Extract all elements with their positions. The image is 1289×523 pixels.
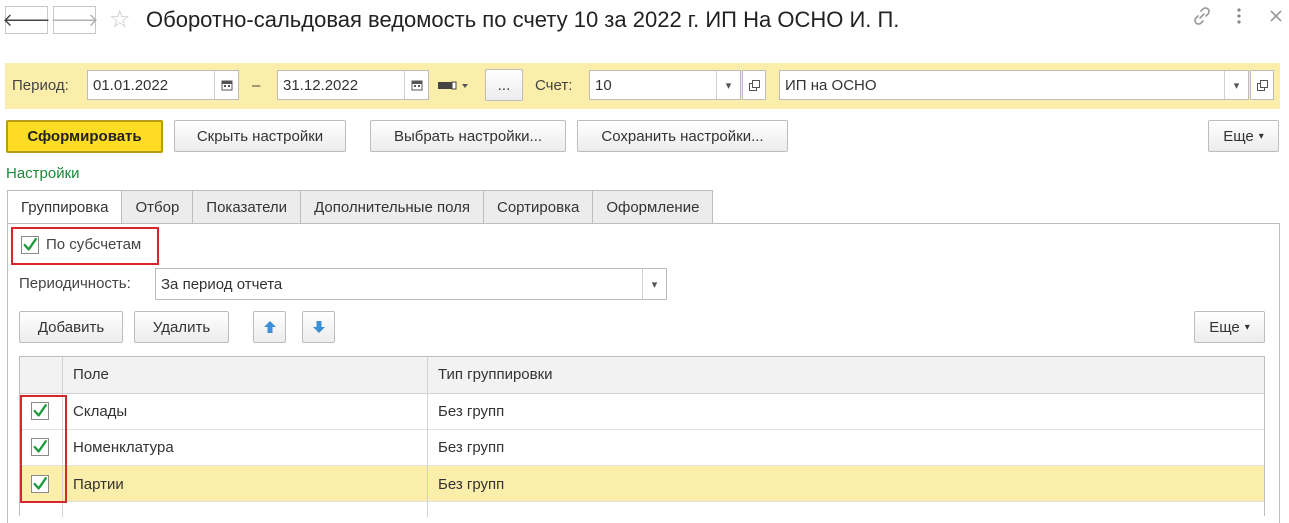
- delete-button[interactable]: Удалить: [134, 311, 229, 343]
- save-settings-button[interactable]: Сохранить настройки...: [577, 120, 788, 152]
- forward-button[interactable]: 🡒: [50, 6, 99, 34]
- hide-settings-button[interactable]: Скрыть настройки: [174, 120, 346, 152]
- period-preset-dropdown[interactable]: [437, 78, 473, 92]
- calendar-icon[interactable]: [404, 71, 428, 99]
- chevron-down-icon[interactable]: ▾: [716, 71, 740, 99]
- settings-link[interactable]: Настройки: [6, 164, 80, 184]
- chevron-down-icon: ▾: [1244, 321, 1250, 333]
- tab-extra-fields[interactable]: Дополнительные поля: [301, 190, 484, 224]
- row-type: Без групп: [438, 439, 505, 456]
- periodicity-label: Периодичность:: [19, 275, 131, 292]
- chevron-down-icon[interactable]: ▾: [642, 269, 666, 299]
- table-header: Поле Тип группировки: [20, 357, 1264, 394]
- add-button[interactable]: Добавить: [19, 311, 123, 343]
- tab-grouping[interactable]: Группировка: [7, 190, 123, 224]
- tab-sorting[interactable]: Сортировка: [483, 190, 594, 224]
- more-label: Еще: [1223, 127, 1254, 145]
- tab-filter[interactable]: Отбор: [122, 190, 194, 224]
- checkmark-icon: [23, 238, 37, 251]
- open-window-icon: [748, 79, 760, 91]
- more-button[interactable]: Еще ▾: [1208, 120, 1279, 152]
- row-type: Без групп: [438, 403, 505, 420]
- account-value: 10: [595, 76, 612, 94]
- arrow-down-icon: [312, 321, 325, 333]
- calendar-icon[interactable]: [214, 71, 238, 99]
- period-dash: –: [252, 77, 261, 94]
- row-field: Номенклатура: [73, 439, 174, 456]
- table-row[interactable]: Номенклатура Без групп: [20, 430, 1264, 466]
- account-label: Счет:: [535, 77, 573, 94]
- move-up-button[interactable]: [253, 311, 286, 343]
- organization-field[interactable]: ИП на ОСНО ▾: [779, 70, 1249, 100]
- by-subaccounts-checkbox[interactable]: [21, 236, 39, 254]
- column-header-field[interactable]: Поле: [73, 365, 109, 385]
- organization-open-button[interactable]: [1250, 70, 1274, 100]
- battery-period-icon: [438, 81, 468, 90]
- table-row[interactable]: Склады Без групп: [20, 394, 1264, 430]
- account-open-button[interactable]: [742, 70, 766, 100]
- column-header-type[interactable]: Тип группировки: [438, 365, 553, 385]
- star-icon[interactable]: ☆: [109, 6, 131, 34]
- back-button[interactable]: 🡐: [2, 6, 51, 34]
- arrow-right-icon: 🡒: [50, 9, 99, 30]
- date-to-field[interactable]: 31.12.2022: [277, 70, 429, 100]
- row-field: Склады: [73, 403, 128, 420]
- period-select-button[interactable]: ...: [485, 69, 523, 101]
- arrow-up-icon: [263, 321, 276, 333]
- link-icon[interactable]: [1192, 6, 1212, 34]
- close-icon[interactable]: [1268, 6, 1284, 34]
- tab-appearance[interactable]: Оформление: [593, 190, 714, 224]
- organization-value: ИП на ОСНО: [785, 76, 877, 94]
- date-from-value: 01.01.2022: [93, 76, 169, 94]
- table-row-selected[interactable]: Партии Без групп: [20, 466, 1264, 502]
- generate-button[interactable]: Сформировать: [6, 120, 163, 153]
- account-field[interactable]: 10 ▾: [589, 70, 741, 100]
- periodicity-select[interactable]: За период отчета ▾: [155, 268, 667, 300]
- move-down-button[interactable]: [302, 311, 335, 343]
- more-vertical-icon[interactable]: [1236, 6, 1242, 34]
- settings-tabs: Группировка Отбор Показатели Дополнитель…: [7, 190, 714, 224]
- page-title: Оборотно-сальдовая ведомость по счету 10…: [146, 7, 900, 32]
- column-divider: [427, 357, 428, 517]
- by-subaccounts-label: По субсчетам: [46, 236, 142, 253]
- highlight-frame: [20, 395, 67, 503]
- tab-indicators[interactable]: Показатели: [193, 190, 302, 224]
- chevron-down-icon[interactable]: ▾: [1224, 71, 1248, 99]
- period-label: Период:: [12, 77, 69, 94]
- row-type: Без групп: [438, 476, 505, 493]
- grouping-more-button[interactable]: Еще ▾: [1194, 311, 1265, 343]
- grouping-table: Поле Тип группировки Склады Без групп Но…: [19, 356, 1265, 517]
- choose-settings-button[interactable]: Выбрать настройки...: [370, 120, 566, 152]
- chevron-down-icon: ▾: [1258, 130, 1264, 142]
- arrow-left-icon: 🡐: [2, 9, 51, 30]
- row-field: Партии: [73, 476, 124, 493]
- periodicity-value: За период отчета: [161, 275, 283, 293]
- date-to-value: 31.12.2022: [283, 76, 359, 94]
- date-from-field[interactable]: 01.01.2022: [87, 70, 239, 100]
- open-window-icon: [1256, 79, 1268, 91]
- more-label: Еще: [1209, 318, 1240, 336]
